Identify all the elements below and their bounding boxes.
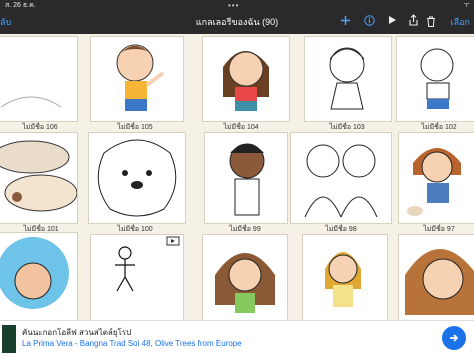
status-time: ส. 26 ธ.ค. xyxy=(5,2,36,9)
gallery-item[interactable] xyxy=(202,36,290,122)
ad-subtitle: La Prima Vera - Bangna Trad Soi 48, Oliv… xyxy=(22,339,242,348)
gallery-item[interactable] xyxy=(202,234,288,322)
ad-title: คันนะกอกโอลีฟ สวนสไตล์ยุโรป xyxy=(22,328,132,337)
gallery-item[interactable] xyxy=(396,36,474,122)
top-toolbar: ส. 26 ธ.ค. ••• ㅜ ลับ แกลเลอรีของฉัน (90)… xyxy=(0,0,474,34)
directions-icon[interactable] xyxy=(442,326,466,350)
gallery-item[interactable] xyxy=(398,234,474,322)
ad-banner[interactable]: คันนะกอกโอลีฟ สวนสไตล์ยุโรป La Prima Ver… xyxy=(0,320,474,356)
gallery-item[interactable] xyxy=(0,132,78,224)
gallery-item[interactable] xyxy=(290,132,392,224)
gallery-item[interactable] xyxy=(90,234,184,322)
select-button[interactable]: เลือก xyxy=(451,15,470,29)
gallery-item[interactable] xyxy=(302,234,388,322)
ad-logo xyxy=(2,325,16,353)
gallery-item[interactable] xyxy=(204,132,288,224)
gallery-item[interactable] xyxy=(88,132,186,224)
gallery-grid: ไม่มีชื่อ 106 ไม่มีชื่อ 105 ไม่มีชื่อ 10… xyxy=(0,34,474,322)
gallery-item[interactable] xyxy=(90,36,184,122)
page-title: แกลเลอรีของฉัน (90) xyxy=(195,17,279,27)
gallery-item[interactable] xyxy=(0,232,78,322)
share-icon[interactable] xyxy=(406,13,420,27)
gallery-item[interactable] xyxy=(398,132,474,224)
menu-dots[interactable]: ••• xyxy=(228,1,239,10)
add-icon[interactable] xyxy=(338,13,352,27)
trash-icon[interactable] xyxy=(424,14,438,28)
gallery-item[interactable] xyxy=(0,36,78,122)
info-icon[interactable] xyxy=(362,13,376,27)
gallery-item[interactable] xyxy=(304,36,392,122)
wifi-icon: ㅜ xyxy=(463,2,470,9)
play-icon[interactable] xyxy=(385,13,399,27)
